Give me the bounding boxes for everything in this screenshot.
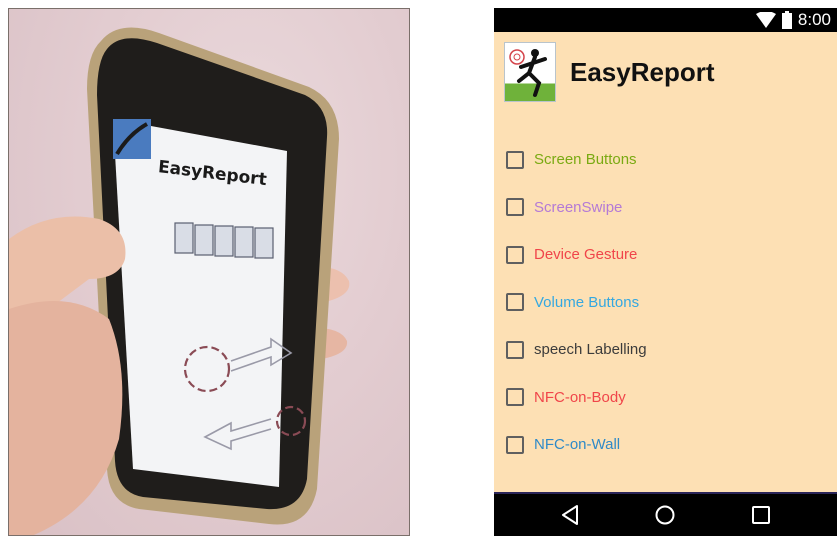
option-label: ScreenSwipe: [534, 198, 623, 216]
status-icons: 8:00: [755, 10, 831, 30]
app-screen: 8:00 EasyReport Screen Buttons ScreenSwi…: [494, 8, 837, 536]
device-photo: EasyReport: [8, 8, 410, 536]
option-label: Screen Buttons: [534, 151, 637, 169]
checkbox[interactable]: [506, 435, 524, 454]
navigation-bar: [494, 492, 837, 536]
option-label: NFC-on-Body: [534, 388, 626, 406]
app-header: EasyReport: [504, 40, 715, 104]
checkbox[interactable]: [506, 388, 524, 407]
option-label: speech Labelling: [534, 341, 647, 359]
wifi-icon: [755, 12, 776, 28]
recents-icon[interactable]: [741, 495, 781, 535]
option-device-gesture[interactable]: Device Gesture: [506, 231, 826, 279]
option-label: NFC-on-Wall: [534, 436, 621, 454]
option-screenswipe[interactable]: ScreenSwipe: [506, 184, 826, 232]
option-label: Device Gesture: [534, 246, 638, 264]
status-bar: 8:00: [494, 8, 837, 32]
option-speech-labelling[interactable]: speech Labelling: [506, 326, 826, 374]
phone-in-hand-illustration: [9, 27, 350, 535]
option-volume-buttons[interactable]: Volume Buttons: [506, 279, 826, 327]
back-icon[interactable]: [550, 495, 590, 535]
runner-logo-icon: [504, 42, 556, 102]
checkbox[interactable]: [506, 245, 524, 264]
option-label: Volume Buttons: [534, 293, 640, 311]
checkbox[interactable]: [506, 150, 524, 169]
option-nfc-on-body[interactable]: NFC-on-Body: [506, 374, 826, 422]
checkbox[interactable]: [506, 293, 524, 312]
option-list: Screen Buttons ScreenSwipe Device Gestur…: [506, 136, 826, 469]
option-nfc-on-wall[interactable]: NFC-on-Wall: [506, 421, 826, 469]
status-time: 8:00: [797, 10, 831, 29]
battery-icon: [781, 11, 792, 29]
app-title: EasyReport: [570, 56, 715, 87]
option-screen-buttons[interactable]: Screen Buttons: [506, 136, 826, 184]
checkbox[interactable]: [506, 198, 524, 217]
home-icon[interactable]: [645, 495, 685, 535]
checkbox[interactable]: [506, 340, 524, 359]
